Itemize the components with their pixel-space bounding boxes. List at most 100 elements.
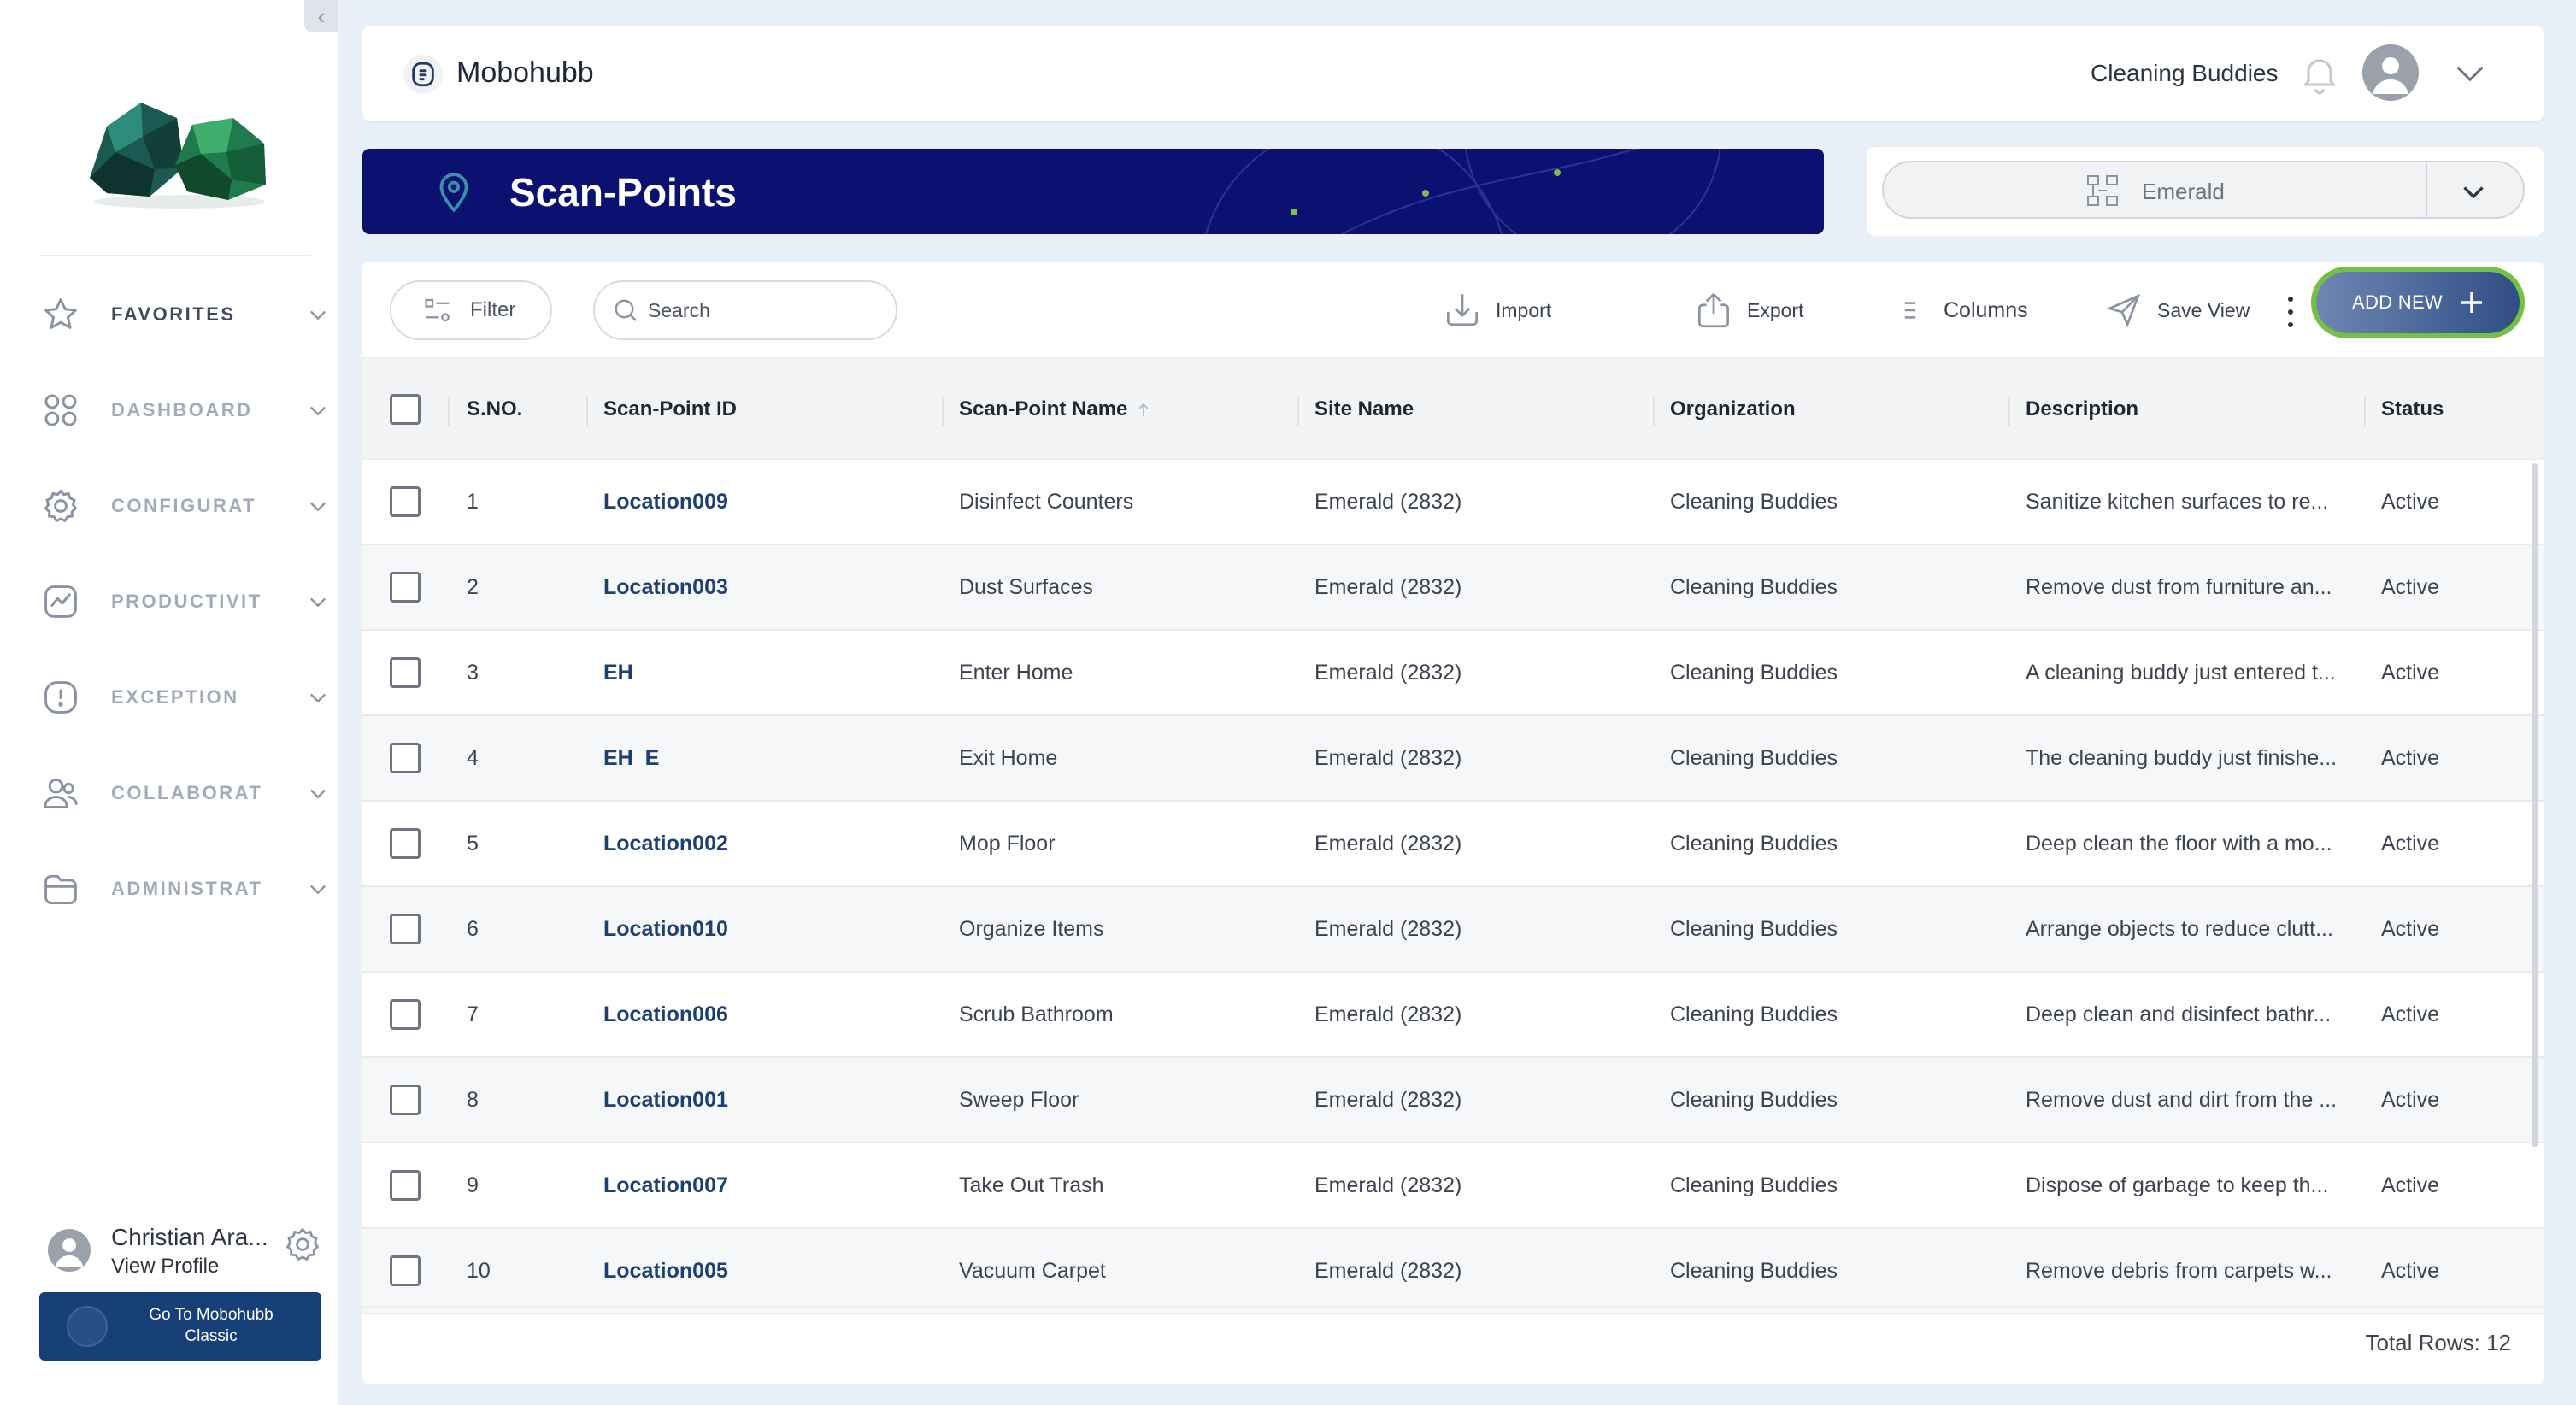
columns-label: Columns (1944, 297, 2028, 322)
table-scrollbar[interactable] (2532, 463, 2538, 1147)
row-checkbox[interactable] (390, 486, 421, 517)
cell-scan-point-id-link[interactable]: Location003 (603, 545, 928, 629)
cell-scan-point-id-link[interactable]: EH_E (603, 716, 928, 800)
site-selector-card: Emerald (1867, 147, 2544, 236)
row-checkbox[interactable] (390, 657, 421, 688)
column-separator (586, 397, 588, 426)
chevron-down-icon[interactable] (304, 779, 332, 807)
site-select[interactable]: Emerald (1882, 161, 2525, 219)
send-icon (2103, 289, 2145, 332)
cell-organization: Cleaning Buddies (1670, 574, 1838, 599)
table-row[interactable]: 4 EH_E Exit Home Emerald (2832) Cleaning… (362, 716, 2544, 802)
cell-status: Active (2381, 1087, 2440, 1112)
chevron-down-icon[interactable] (304, 301, 332, 328)
column-header-description[interactable]: Description (2026, 359, 2344, 460)
cell-status: Active (2381, 831, 2440, 855)
row-checkbox[interactable] (390, 1255, 421, 1286)
search-input[interactable] (648, 298, 887, 322)
table-row[interactable]: 6 Location010 Organize Items Emerald (28… (362, 887, 2544, 973)
filter-button[interactable]: Filter (390, 280, 552, 340)
sidebar-item-dashboard[interactable]: DASHBOARD (39, 362, 338, 458)
columns-button[interactable]: Columns (1889, 280, 2028, 340)
chevron-down-icon[interactable] (2451, 55, 2489, 92)
cell-scan-point-id-link[interactable]: Location005 (603, 1229, 928, 1313)
export-button[interactable]: Export (1692, 280, 1803, 340)
cell-site-name: Emerald (2832) (1314, 916, 1462, 941)
chevron-down-icon[interactable] (304, 588, 332, 615)
table-row[interactable]: 7 Location006 Scrub Bathroom Emerald (28… (362, 973, 2544, 1058)
save-view-label: Save View (2157, 298, 2250, 321)
alert-icon (39, 676, 82, 719)
plus-icon (2458, 289, 2485, 316)
collapse-sidebar-button[interactable]: ‹ (304, 0, 338, 32)
select-divider (2426, 162, 2427, 217)
cell-description: Sanitize kitchen surfaces to re... (2026, 489, 2329, 514)
column-header-organization[interactable]: Organization (1670, 359, 1995, 460)
row-checkbox[interactable] (390, 1170, 421, 1201)
cell-scan-point-id-link[interactable]: Location010 (603, 887, 928, 971)
cell-scan-point-id-link[interactable]: Location002 (603, 802, 928, 885)
row-checkbox[interactable] (390, 828, 421, 859)
cell-status: Active (2381, 1173, 2440, 1197)
table-row[interactable]: 10 Location005 Vacuum Carpet Emerald (28… (362, 1229, 2544, 1314)
chevron-down-icon[interactable] (304, 875, 332, 902)
cell-scan-point-id-link[interactable]: Location007 (603, 1143, 928, 1227)
sidebar-item-favorites[interactable]: FAVORITES (39, 267, 338, 362)
cell-sno: 7 (467, 1002, 479, 1026)
sidebar-item-productivity[interactable]: PRODUCTIVIT (39, 554, 338, 650)
search-field[interactable] (593, 280, 897, 340)
table-row[interactable]: 2 Location003 Dust Surfaces Emerald (283… (362, 545, 2544, 631)
save-view-button[interactable]: Save View (2103, 280, 2250, 340)
avatar (48, 1229, 91, 1272)
gear-icon (39, 485, 82, 527)
cell-description: A cleaning buddy just entered t... (2026, 660, 2336, 685)
table-row[interactable]: 3 EH Enter Home Emerald (2832) Cleaning … (362, 631, 2544, 716)
sidebar-item-administration[interactable]: ADMINISTRAT (39, 841, 338, 937)
select-all-checkbox[interactable] (390, 394, 421, 425)
more-options-icon[interactable] (2282, 291, 2299, 333)
site-grid-icon (2085, 173, 2125, 209)
sidebar-item-exception[interactable]: EXCEPTION (39, 650, 338, 745)
row-checkbox[interactable] (390, 914, 421, 944)
column-header-sno[interactable]: S.NO. (467, 359, 586, 460)
chevron-down-icon[interactable] (304, 684, 332, 711)
gear-icon[interactable] (284, 1226, 325, 1267)
scan-points-table-card: Filter Import Export Columns (362, 262, 2544, 1384)
table-row[interactable]: 8 Location001 Sweep Floor Emerald (2832)… (362, 1058, 2544, 1143)
sort-ascending-icon[interactable] (1136, 401, 1151, 418)
sidebar-item-configuration[interactable]: CONFIGURAT (39, 458, 338, 554)
add-new-label: ADD NEW (2352, 291, 2443, 313)
cell-scan-point-id-link[interactable]: Location006 (603, 973, 928, 1056)
sidebar-item-collaboration[interactable]: COLLABORAT (39, 745, 338, 841)
table-row[interactable]: 1 Location009 Disinfect Counters Emerald… (362, 460, 2544, 545)
row-checkbox[interactable] (390, 1085, 421, 1115)
row-checkbox[interactable] (390, 999, 421, 1030)
table-row[interactable]: 9 Location007 Take Out Trash Emerald (28… (362, 1143, 2544, 1229)
column-header-scan-point-name[interactable]: Scan-Point Name (959, 359, 1284, 460)
cell-site-name: Emerald (2832) (1314, 660, 1462, 685)
bell-icon[interactable] (2297, 51, 2342, 96)
import-button[interactable]: Import (1441, 280, 1551, 340)
table-row[interactable]: 5 Location002 Mop Floor Emerald (2832) C… (362, 802, 2544, 887)
column-header-site-name[interactable]: Site Name (1314, 359, 1639, 460)
cell-description: Remove dust and dirt from the ... (2026, 1087, 2338, 1112)
import-label: Import (1496, 298, 1552, 321)
cell-sno: 2 (467, 574, 479, 599)
view-profile-link[interactable]: View Profile (111, 1255, 219, 1279)
chevron-down-icon[interactable] (304, 492, 332, 520)
chevron-down-icon[interactable] (304, 397, 332, 424)
export-label: Export (1747, 298, 1804, 321)
avatar[interactable] (2362, 44, 2419, 101)
add-new-button[interactable]: ADD NEW (2311, 267, 2525, 338)
row-checkbox[interactable] (390, 572, 421, 603)
cell-scan-point-id-link[interactable]: Location009 (603, 460, 928, 544)
column-header-scan-point-id[interactable]: Scan-Point ID (603, 359, 928, 460)
cell-scan-point-id-link[interactable]: Location001 (603, 1058, 928, 1142)
cell-scan-point-id-link[interactable]: EH (603, 631, 928, 714)
total-rows-count: Total Rows: 12 (2365, 1330, 2511, 1355)
chevron-down-icon[interactable] (2458, 176, 2489, 207)
go-to-classic-button[interactable]: Go To Mobohubb Classic (39, 1292, 321, 1361)
column-header-status[interactable]: Status (2381, 359, 2526, 460)
row-checkbox[interactable] (390, 743, 421, 773)
cell-description: Remove debris from carpets w... (2026, 1258, 2332, 1283)
